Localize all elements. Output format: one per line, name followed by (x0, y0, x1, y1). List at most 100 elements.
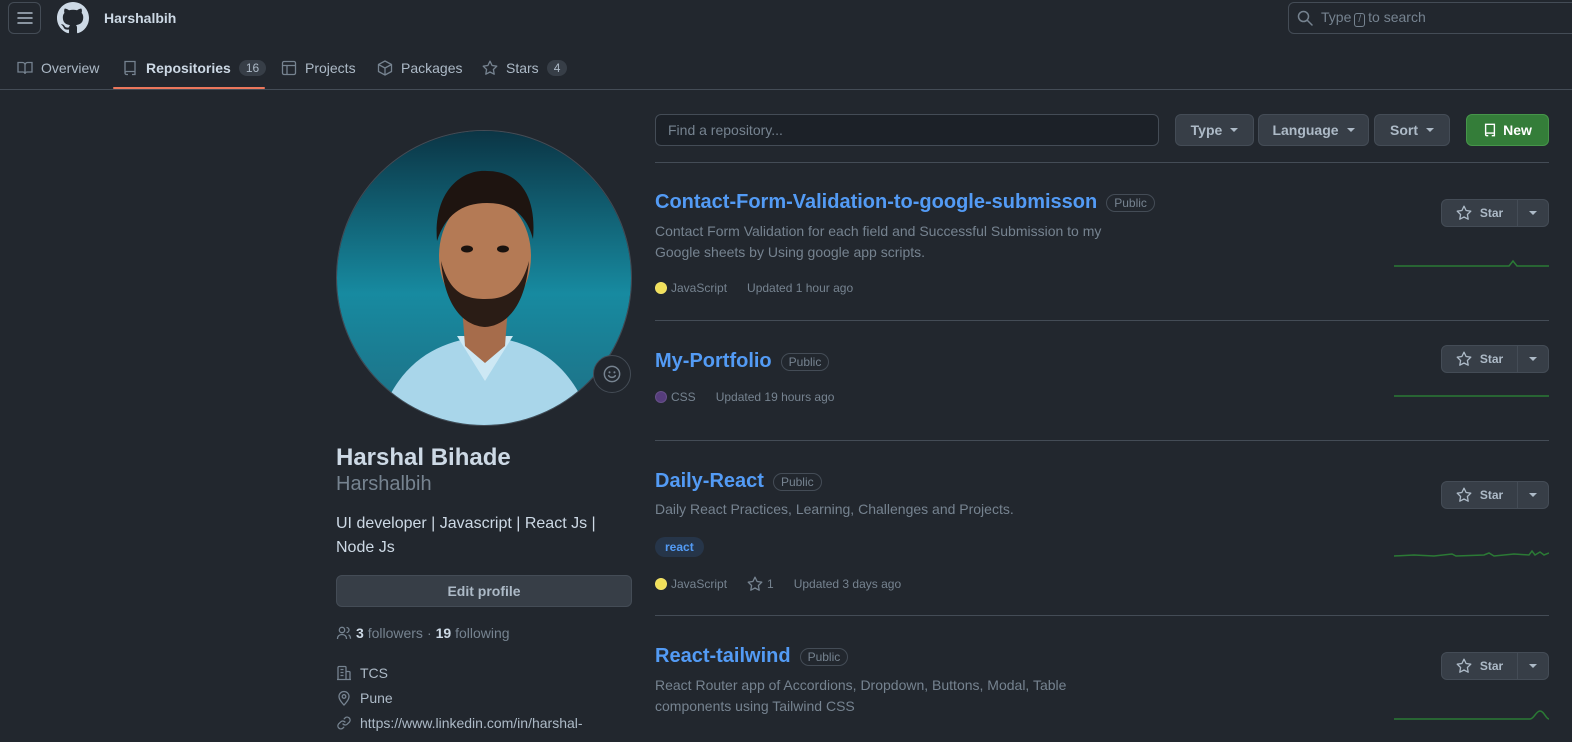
profile-tabs: Overview Repositories 16 Projects Packag… (0, 46, 1572, 90)
active-tab-indicator (113, 87, 265, 89)
find-repository-input[interactable]: Find a repository... (655, 114, 1159, 146)
profile-bio: UI developer | Javascript | React Js | N… (336, 515, 596, 556)
set-status-button[interactable] (593, 355, 631, 393)
star-icon (1456, 205, 1472, 220)
hamburger-icon (16, 12, 33, 24)
repo-meta: JavaScript Updated 1 hour ago (655, 281, 853, 295)
repo-language: CSS (655, 390, 696, 404)
star-button-group: Star (1441, 652, 1549, 680)
repo-name-link[interactable]: React-tailwind (655, 645, 791, 668)
github-logo-icon[interactable] (57, 2, 89, 34)
package-icon (377, 59, 393, 76)
smiley-icon (603, 365, 621, 383)
profile-full-name: Harshal Bihade (336, 444, 511, 471)
activity-sparkline (1394, 395, 1549, 397)
repo-icon (1485, 123, 1496, 137)
repo-heading: Contact-Form-Validation-to-google-submis… (655, 191, 1155, 214)
caret-down-icon (1529, 493, 1537, 497)
repo-name-link[interactable]: Contact-Form-Validation-to-google-submis… (655, 191, 1097, 214)
star-icon (1456, 658, 1472, 673)
tab-stars[interactable]: Stars 4 (482, 46, 568, 89)
profile-login: Harshalbih (336, 473, 432, 495)
stars-counter: 4 (546, 59, 568, 76)
repo-language: JavaScript (655, 577, 727, 591)
list-divider (655, 162, 1549, 163)
new-repository-button[interactable]: New (1466, 114, 1549, 146)
edit-profile-button[interactable]: Edit profile (336, 575, 632, 607)
star-list-dropdown[interactable] (1518, 346, 1548, 372)
repo-heading: React-tailwind Public (655, 645, 849, 668)
repo-meta: CSS Updated 19 hours ago (655, 390, 834, 404)
caret-down-icon (1426, 128, 1434, 132)
book-icon (17, 61, 33, 74)
repo-description: Contact Form Validation for each field a… (655, 223, 1102, 260)
following-link[interactable]: 19 following (436, 625, 510, 641)
activity-sparkline (1394, 710, 1549, 720)
repo-description: React Router app of Accordions, Dropdown… (655, 677, 1067, 714)
activity-sparkline (1394, 549, 1549, 557)
star-icon (747, 576, 763, 591)
visibility-badge: Public (780, 352, 830, 371)
repo-language: JavaScript (655, 281, 727, 295)
star-icon (1456, 487, 1472, 502)
star-list-dropdown[interactable] (1518, 482, 1548, 508)
type-filter-button[interactable]: Type (1175, 114, 1254, 146)
search-icon (1297, 10, 1313, 26)
star-button-group: Star (1441, 199, 1549, 227)
search-shortcut-key: / (1354, 13, 1366, 27)
caret-down-icon (1529, 664, 1537, 668)
language-color-dot (655, 391, 667, 403)
repositories-counter: 16 (238, 59, 267, 76)
topic-tag[interactable]: react (655, 537, 704, 557)
star-list-dropdown[interactable] (1518, 200, 1548, 226)
avatar[interactable] (336, 130, 632, 426)
star-button[interactable]: Star (1442, 346, 1518, 372)
visibility-badge: Public (772, 472, 822, 491)
language-color-dot (655, 578, 667, 590)
follow-separator: · (426, 625, 432, 641)
star-button[interactable]: Star (1442, 653, 1518, 679)
language-filter-button[interactable]: Language (1258, 114, 1369, 146)
profile-location: Pune (336, 690, 393, 706)
language-color-dot (655, 282, 667, 294)
tab-overview[interactable]: Overview (17, 46, 99, 89)
followers-link[interactable]: 3 followers (356, 625, 423, 641)
repo-heading: My-Portfolio Public (655, 350, 830, 373)
tab-repositories[interactable]: Repositories 16 (122, 46, 267, 89)
tab-projects[interactable]: Projects (281, 46, 356, 89)
repo-name-link[interactable]: Daily-React (655, 470, 764, 493)
star-icon (482, 60, 498, 75)
repo-description: Daily React Practices, Learning, Challen… (655, 501, 1014, 517)
caret-down-icon (1529, 357, 1537, 361)
activity-sparkline (1394, 259, 1549, 267)
tab-packages[interactable]: Packages (377, 46, 462, 89)
follow-stats: 3 followers · 19 following (336, 625, 510, 641)
star-list-dropdown[interactable] (1518, 653, 1548, 679)
search-input[interactable]: Type / to search (1288, 2, 1572, 34)
header-username[interactable]: Harshalbih (104, 10, 176, 26)
organization-icon (337, 665, 351, 681)
star-button[interactable]: Star (1442, 482, 1518, 508)
profile-website-link[interactable]: https://www.linkedin.com/in/harshal- (360, 715, 583, 731)
menu-button[interactable] (8, 2, 41, 34)
list-divider (655, 615, 1549, 616)
profile-company: TCS (336, 665, 388, 681)
repo-stargazers-link[interactable]: 1 (747, 576, 774, 592)
visibility-badge: Public (1106, 193, 1155, 212)
star-button-group: Star (1441, 481, 1549, 509)
people-icon (336, 626, 352, 640)
table-icon (281, 60, 297, 75)
star-button-group: Star (1441, 345, 1549, 373)
link-icon (337, 716, 351, 730)
repo-updated: Updated 3 days ago (793, 577, 902, 591)
location-icon (338, 690, 350, 706)
star-icon (1456, 351, 1472, 366)
repo-updated: Updated 1 hour ago (747, 281, 854, 295)
profile-website: https://www.linkedin.com/in/harshal- (336, 715, 583, 731)
star-button[interactable]: Star (1442, 200, 1518, 226)
list-divider (655, 320, 1549, 321)
caret-down-icon (1230, 128, 1239, 132)
repo-updated: Updated 19 hours ago (715, 390, 835, 404)
repo-name-link[interactable]: My-Portfolio (655, 350, 772, 373)
sort-button[interactable]: Sort (1374, 114, 1450, 146)
